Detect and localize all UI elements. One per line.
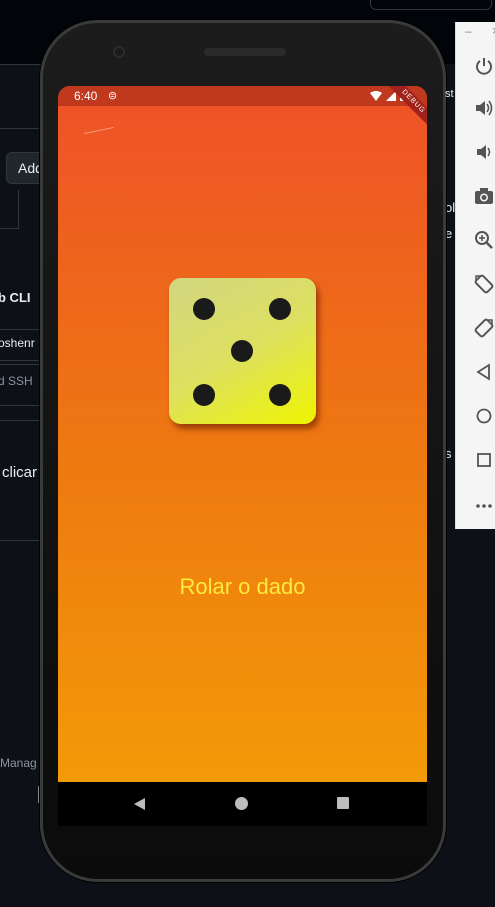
divider: [0, 540, 40, 541]
dice-pip: [269, 298, 291, 320]
dice-pip: [193, 384, 215, 406]
background-tab: [370, 0, 492, 10]
body-text: e: [445, 226, 453, 241]
field-value: oshenr: [0, 336, 35, 350]
roll-dice-button[interactable]: Rolar o dado: [58, 572, 427, 602]
footer-text: Manag: [0, 756, 37, 770]
dice-pip: [269, 384, 291, 406]
status-bar: 6:40 ⊜ DEBUG: [58, 86, 427, 135]
phone-speaker: [204, 48, 286, 56]
minimize-button[interactable]: –: [465, 24, 472, 38]
status-time: 6:40: [74, 89, 98, 103]
power-icon[interactable]: [470, 52, 495, 80]
nav-recents-icon[interactable]: [337, 797, 349, 809]
back-icon[interactable]: [470, 358, 495, 386]
rotate-left-icon[interactable]: [470, 270, 495, 298]
nav-home-icon[interactable]: [235, 797, 248, 810]
section-heading: b CLI: [0, 290, 31, 305]
app-screen: 6:40 ⊜ DEBUG Rolar o dado: [58, 86, 427, 782]
field-placeholder: d SSH: [0, 374, 33, 388]
android-nav-bar: [58, 782, 427, 826]
home-icon[interactable]: [470, 402, 495, 430]
rotate-right-icon[interactable]: [470, 314, 495, 342]
overview-icon[interactable]: [470, 446, 495, 474]
divider: [0, 420, 40, 421]
more-icon[interactable]: [470, 492, 495, 520]
dice-pip: [231, 340, 253, 362]
dice-pip: [193, 298, 215, 320]
body-text: clicar: [2, 464, 38, 481]
body-text: ol: [445, 200, 456, 215]
volume-down-icon[interactable]: [470, 138, 495, 166]
body-text: st: [445, 88, 454, 100]
dice-face[interactable]: [169, 278, 316, 424]
front-camera: [113, 46, 125, 58]
wifi-icon: [370, 90, 382, 101]
nav-back-icon[interactable]: [134, 798, 145, 810]
zoom-icon[interactable]: [470, 226, 495, 254]
app-notification-icon: ⊜: [108, 90, 118, 102]
tab-outline: [0, 190, 19, 229]
emulator-toolbar: – ×: [455, 22, 495, 529]
camera-icon[interactable]: [470, 182, 495, 210]
volume-up-icon[interactable]: [470, 94, 495, 122]
decoration: [84, 126, 114, 135]
